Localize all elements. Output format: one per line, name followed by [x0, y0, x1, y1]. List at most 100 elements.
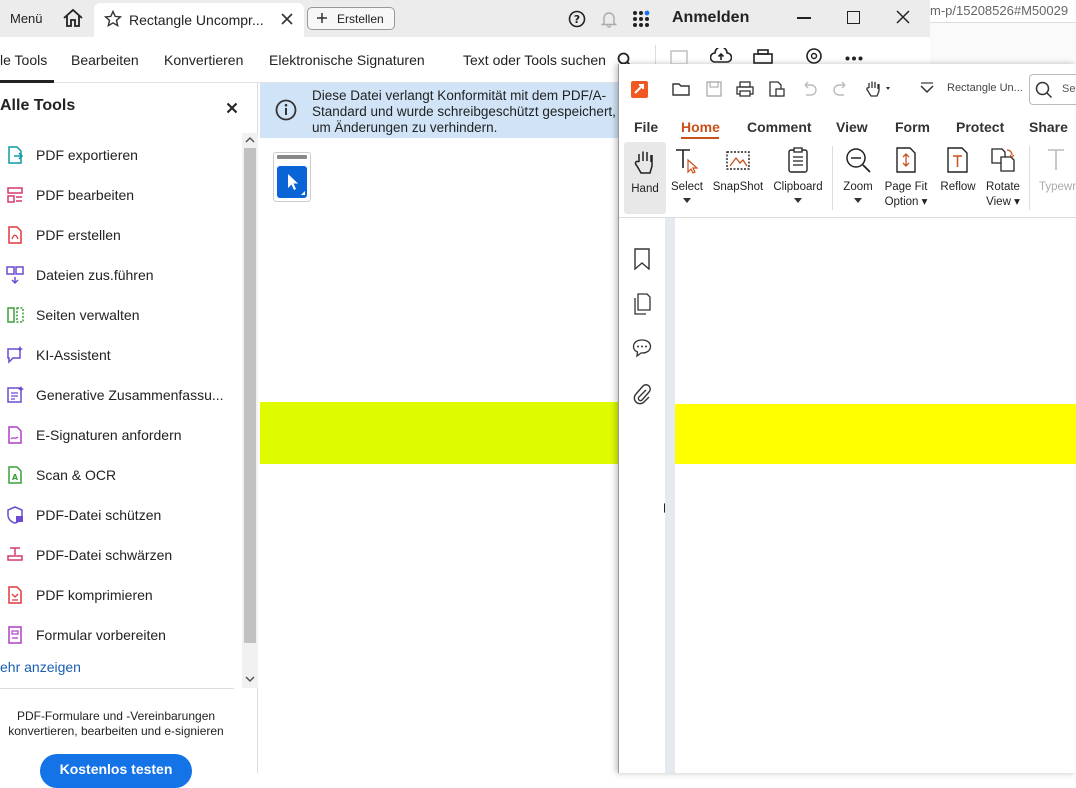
- tool-item-request-esign[interactable]: E-Signaturen anfordern: [0, 417, 240, 453]
- show-more-link[interactable]: ehr anzeigen: [0, 659, 81, 675]
- menu-form[interactable]: Form: [895, 119, 930, 135]
- acrobat-print-icon[interactable]: [752, 49, 774, 64]
- tool-search-label[interactable]: Text oder Tools suchen: [463, 52, 606, 68]
- home-icon[interactable]: [62, 8, 84, 28]
- browser-background: [930, 22, 1076, 64]
- scroll-up-icon[interactable]: [245, 136, 255, 144]
- customize-dropdown-icon[interactable]: [919, 82, 935, 96]
- yellow-rectangle-foxit: [675, 404, 1076, 464]
- star-icon[interactable]: [104, 10, 122, 28]
- tool-item-organize-pages[interactable]: Seiten verwalten: [0, 297, 240, 333]
- menu-file[interactable]: File: [634, 119, 658, 135]
- notice-text: Diese Datei verlangt Konformität mit dem…: [312, 88, 616, 135]
- plus-icon: [316, 12, 328, 24]
- thumbnail-header: [277, 155, 307, 159]
- cursor-tool-icon[interactable]: [277, 166, 307, 198]
- svg-text:A: A: [12, 473, 19, 482]
- foxit-search-icon: [1035, 81, 1053, 99]
- foxit-logo-icon: [631, 81, 648, 98]
- attachment-icon[interactable]: [633, 383, 651, 405]
- help-icon[interactable]: ?: [568, 10, 586, 28]
- sign-in-link[interactable]: Anmelden: [672, 9, 749, 27]
- redo-icon[interactable]: [832, 81, 850, 97]
- tool-item-combine-files[interactable]: Dateien zus.führen: [0, 257, 240, 293]
- clipboard-button[interactable]: Clipboard: [769, 140, 827, 212]
- tool-item-label: PDF erstellen: [36, 227, 121, 243]
- menu-protect[interactable]: Protect: [956, 119, 1004, 135]
- tool-item-prepare-form[interactable]: Formular vorbereiten: [0, 617, 240, 653]
- edit-pdf-icon: [6, 185, 24, 205]
- comments-icon[interactable]: [632, 338, 652, 358]
- tool-item-export-pdf[interactable]: PDF exportieren: [0, 137, 240, 173]
- acrobat-more-icon[interactable]: [845, 56, 863, 61]
- acrobat-share-icon[interactable]: [804, 48, 824, 64]
- page-fit-icon: [892, 146, 920, 174]
- tool-item-redact-pdf[interactable]: PDF-Datei schwärzen: [0, 537, 240, 573]
- free-trial-button[interactable]: Kostenlos testen: [40, 754, 192, 788]
- maximize-icon[interactable]: [847, 11, 860, 24]
- reflow-label: Reflow: [940, 181, 976, 193]
- undo-icon[interactable]: [800, 81, 818, 97]
- foxit-nav-panel: [619, 218, 670, 773]
- tool-item-protect-pdf[interactable]: PDF-Datei schützen: [0, 497, 240, 533]
- typewriter-button[interactable]: Typewr: [1035, 140, 1076, 212]
- create-button[interactable]: Erstellen: [307, 7, 395, 30]
- scan-ocr-icon: A: [6, 465, 24, 485]
- info-icon: [275, 99, 297, 121]
- reflow-button[interactable]: Reflow: [935, 140, 981, 212]
- close-panel-icon[interactable]: [226, 102, 238, 114]
- document-tab[interactable]: Rectangle Uncompr...: [94, 3, 304, 37]
- tab-convert[interactable]: Konvertieren: [164, 52, 243, 68]
- tool-item-scan-ocr[interactable]: A Scan & OCR: [0, 457, 240, 493]
- acrobat-cloud-upload-icon[interactable]: [710, 48, 732, 64]
- tab-edit[interactable]: Bearbeiten: [71, 52, 139, 68]
- zoom-button[interactable]: Zoom: [838, 140, 878, 212]
- tool-item-generative-summary[interactable]: Generative Zusammenfassu...: [0, 377, 240, 413]
- all-tools-panel: Alle Tools ehr anzeigen PDF-Formulare un…: [0, 83, 258, 788]
- page-fit-option-button[interactable]: Page Fit Option ▾: [881, 140, 931, 212]
- rotate-view-button[interactable]: Rotate View ▾: [982, 140, 1024, 212]
- tool-item-label: Generative Zusammenfassu...: [36, 387, 224, 403]
- tool-item-label: Scan & OCR: [36, 467, 117, 483]
- scroll-down-icon[interactable]: [245, 675, 255, 683]
- close-tab-icon[interactable]: [280, 12, 294, 26]
- foxit-menu-bar: File Home Comment View Form Protect Shar…: [619, 112, 1076, 140]
- hand-tool-dropdown-icon[interactable]: [864, 79, 896, 99]
- tab-e-signatures[interactable]: Elektronische Signaturen: [269, 52, 425, 68]
- tool-item-edit-pdf[interactable]: PDF bearbeiten: [0, 177, 240, 213]
- apps-grid-icon[interactable]: [632, 10, 652, 28]
- close-window-icon[interactable]: [896, 10, 910, 24]
- menu-comment[interactable]: Comment: [747, 119, 812, 135]
- bookmark-icon[interactable]: [633, 248, 651, 270]
- acrobat-save-icon[interactable]: [670, 50, 688, 64]
- hand-button[interactable]: Hand: [624, 142, 666, 214]
- tool-item-ai-assistant[interactable]: KI-Assistent: [0, 337, 240, 373]
- tool-item-label: E-Signaturen anfordern: [36, 427, 182, 443]
- menu-view[interactable]: View: [836, 119, 868, 135]
- minimize-icon[interactable]: [797, 17, 811, 19]
- bell-icon[interactable]: [600, 10, 618, 28]
- pages-icon[interactable]: [633, 293, 651, 315]
- save-icon[interactable]: [705, 80, 723, 98]
- snapshot-button[interactable]: SnapShot: [709, 140, 767, 212]
- tool-item-compress-pdf[interactable]: PDF komprimieren: [0, 577, 240, 613]
- print-icon[interactable]: [735, 80, 755, 98]
- page-thumbnail[interactable]: [273, 152, 311, 202]
- menu-button[interactable]: Menü: [10, 11, 43, 26]
- menu-share[interactable]: Share: [1029, 119, 1068, 135]
- foxit-search-box[interactable]: Search: [1029, 74, 1076, 105]
- organize-pages-icon: [6, 305, 24, 325]
- menu-home[interactable]: Home: [681, 119, 720, 135]
- sidebar-scrollbar-thumb[interactable]: [244, 148, 256, 643]
- rotate-label-2: View ▾: [986, 196, 1020, 208]
- create-doc-icon[interactable]: [767, 80, 787, 98]
- open-folder-icon[interactable]: [671, 80, 691, 98]
- tool-item-create-pdf[interactable]: PDF erstellen: [0, 217, 240, 253]
- tab-all-tools[interactable]: le Tools: [0, 52, 47, 68]
- tool-item-label: PDF komprimieren: [36, 587, 153, 603]
- foxit-quick-access-bar: Rectangle Un... Search: [619, 64, 1076, 112]
- generative-summary-icon: [6, 385, 24, 405]
- sidebar-divider: [0, 688, 234, 689]
- combine-files-icon: [6, 265, 24, 285]
- select-button[interactable]: Select: [667, 140, 707, 212]
